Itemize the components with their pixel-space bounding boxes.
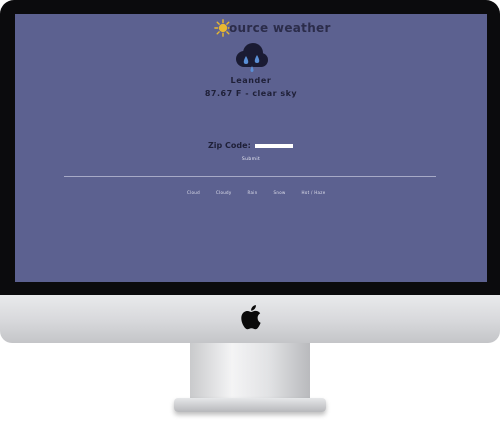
weather-nav: Cloud Cloudy Rain Snow Hot / Haze: [187, 190, 325, 195]
imac-frame: ource weather Leander 87.67 F - clear sk…: [0, 0, 500, 443]
submit-button[interactable]: Submit: [15, 157, 487, 162]
zip-input[interactable]: [254, 143, 293, 148]
monitor-bezel: ource weather Leander 87.67 F - clear sk…: [0, 0, 500, 295]
cloud-rain-icon: [236, 43, 268, 72]
brand-name: ource weather: [229, 21, 331, 35]
nav-item-rain[interactable]: Rain: [248, 190, 258, 195]
city-name: Leander: [230, 76, 272, 85]
submit-label: Submit: [241, 157, 261, 162]
divider: [64, 176, 436, 177]
app-screen: ource weather Leander 87.67 F - clear sk…: [15, 14, 487, 282]
nav-item-cloud[interactable]: Cloud: [187, 190, 200, 195]
nav-item-cloudy[interactable]: Cloudy: [216, 190, 232, 195]
weather-description: clear sky: [252, 89, 298, 98]
brand-logo[interactable]: ource weather: [214, 17, 331, 39]
separator: -: [245, 89, 250, 98]
monitor-stand-neck: [190, 343, 310, 403]
current-conditions: 87.67 F - clear sky: [15, 89, 487, 98]
nav-item-snow[interactable]: Snow: [274, 190, 286, 195]
monitor-stand-base: [174, 398, 326, 412]
zip-label: Zip Code:: [208, 141, 251, 150]
nav-item-hot-haze[interactable]: Hot / Haze: [302, 190, 326, 195]
zip-form: Zip Code:: [208, 141, 293, 150]
apple-logo-icon: [241, 305, 261, 330]
temperature: 87.67 F: [204, 89, 242, 98]
